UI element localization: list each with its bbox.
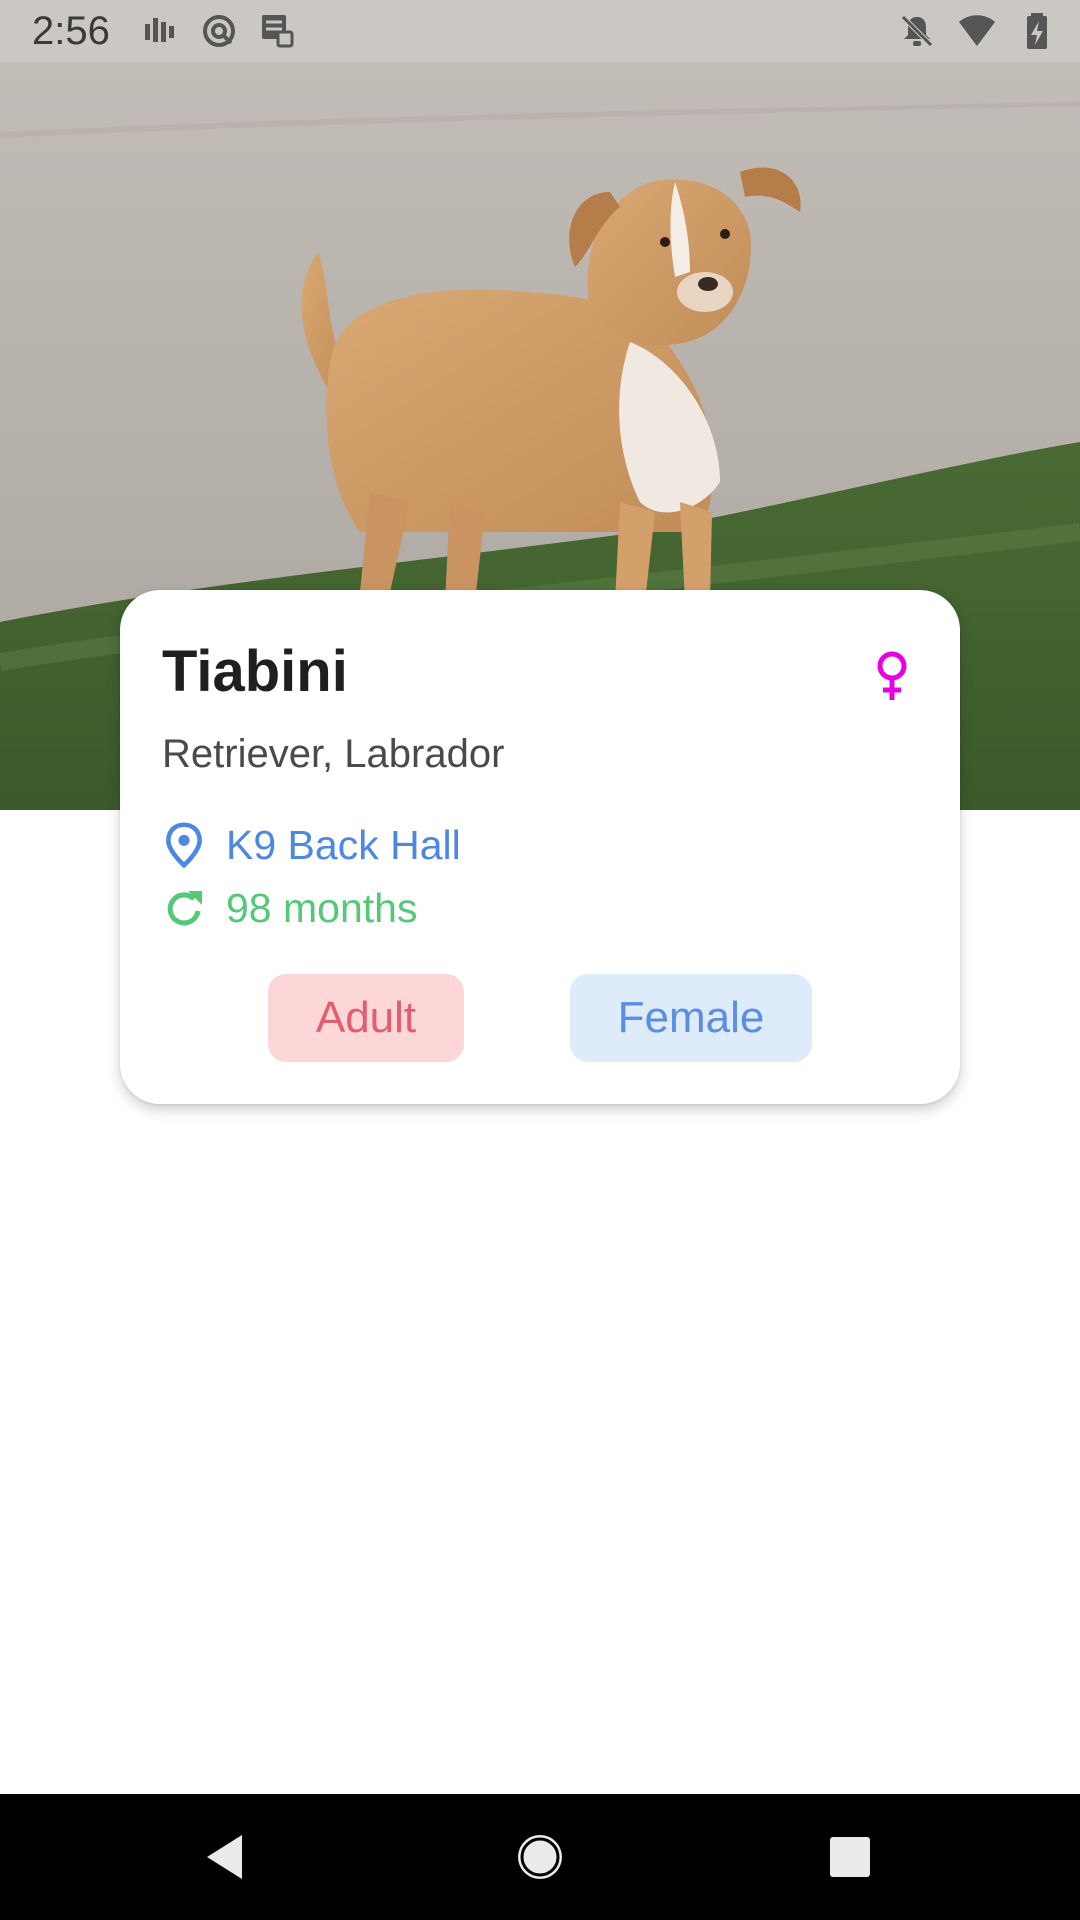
notifications-off-icon — [901, 15, 933, 47]
status-right-icons — [898, 12, 1056, 50]
recents-button[interactable] — [815, 1822, 885, 1892]
pet-name: Tiabini — [162, 639, 348, 704]
storage-icon — [262, 15, 294, 48]
signal-bars-icon — [145, 18, 174, 42]
location-text: K9 Back Hall — [226, 822, 461, 868]
status-left-icons — [142, 12, 296, 50]
pet-breed: Retriever, Labrador — [162, 732, 505, 776]
age-row: 98 months — [162, 883, 417, 933]
refresh-icon — [167, 891, 202, 926]
pet-detail-screen: 2:56 Tiabini Retriever, Labrador K9 Back… — [0, 0, 1080, 1920]
recents-icon — [830, 1837, 870, 1877]
location-row: K9 Back Hall — [162, 820, 461, 870]
home-button[interactable] — [505, 1822, 575, 1892]
age-group-chip: Adult — [268, 974, 464, 1062]
female-symbol-icon — [877, 651, 907, 700]
sync-icon — [203, 15, 235, 47]
navigation-bar — [0, 1794, 1080, 1920]
gender-chip: Female — [570, 974, 812, 1062]
age-text: 98 months — [226, 885, 418, 931]
location-pin-icon — [166, 822, 202, 868]
battery-charging-icon — [1027, 13, 1047, 49]
home-icon — [518, 1835, 562, 1879]
status-bar: 2:56 — [0, 0, 1080, 62]
status-time: 2:56 — [32, 9, 110, 53]
wifi-icon — [959, 15, 995, 46]
back-icon — [207, 1835, 242, 1879]
pet-info-card: Tiabini Retriever, Labrador K9 Back Hall… — [120, 590, 960, 1104]
back-button[interactable] — [190, 1822, 260, 1892]
